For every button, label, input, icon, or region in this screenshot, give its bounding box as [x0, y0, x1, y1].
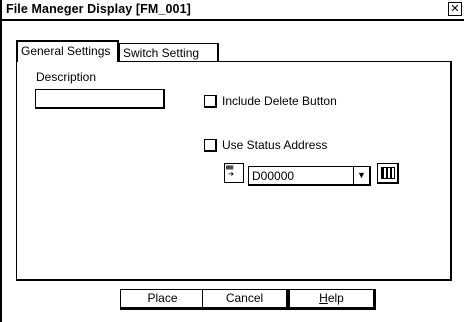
chevron-down-icon[interactable]: ▼ — [353, 167, 369, 184]
use-status-address-label[interactable]: Use Status Address — [222, 138, 327, 152]
help-accelerator: H — [319, 291, 328, 305]
dialog-window: File Maneger Display [FM_001] ✕ General … — [0, 0, 464, 322]
keypad-grid-icon — [381, 167, 395, 179]
cancel-button[interactable]: Cancel — [202, 289, 289, 310]
device-address-icon[interactable]: ▦▦ ➔ — [224, 163, 244, 183]
help-label-rest: elp — [327, 291, 344, 305]
include-delete-checkbox[interactable] — [204, 95, 217, 108]
close-icon[interactable]: ✕ — [448, 2, 462, 16]
description-label: Description — [36, 70, 97, 84]
tab-switch-setting[interactable]: Switch Setting — [119, 43, 219, 63]
use-status-address-checkbox[interactable] — [204, 139, 217, 152]
include-delete-label[interactable]: Include Delete Button — [222, 94, 337, 108]
keypad-icon[interactable] — [377, 163, 399, 184]
help-button[interactable]: Help — [289, 289, 376, 310]
title-bar[interactable]: File Maneger Display [FM_001] ✕ — [2, 0, 464, 21]
window-left-border — [0, 0, 2, 322]
status-address-combo[interactable]: D00000 ▼ — [248, 166, 371, 186]
place-button[interactable]: Place — [120, 289, 207, 310]
status-address-value: D00000 — [252, 169, 295, 183]
window-title: File Maneger Display [FM_001] — [6, 2, 191, 16]
description-input[interactable] — [35, 89, 165, 109]
tab-general-settings[interactable]: General Settings — [16, 40, 119, 62]
